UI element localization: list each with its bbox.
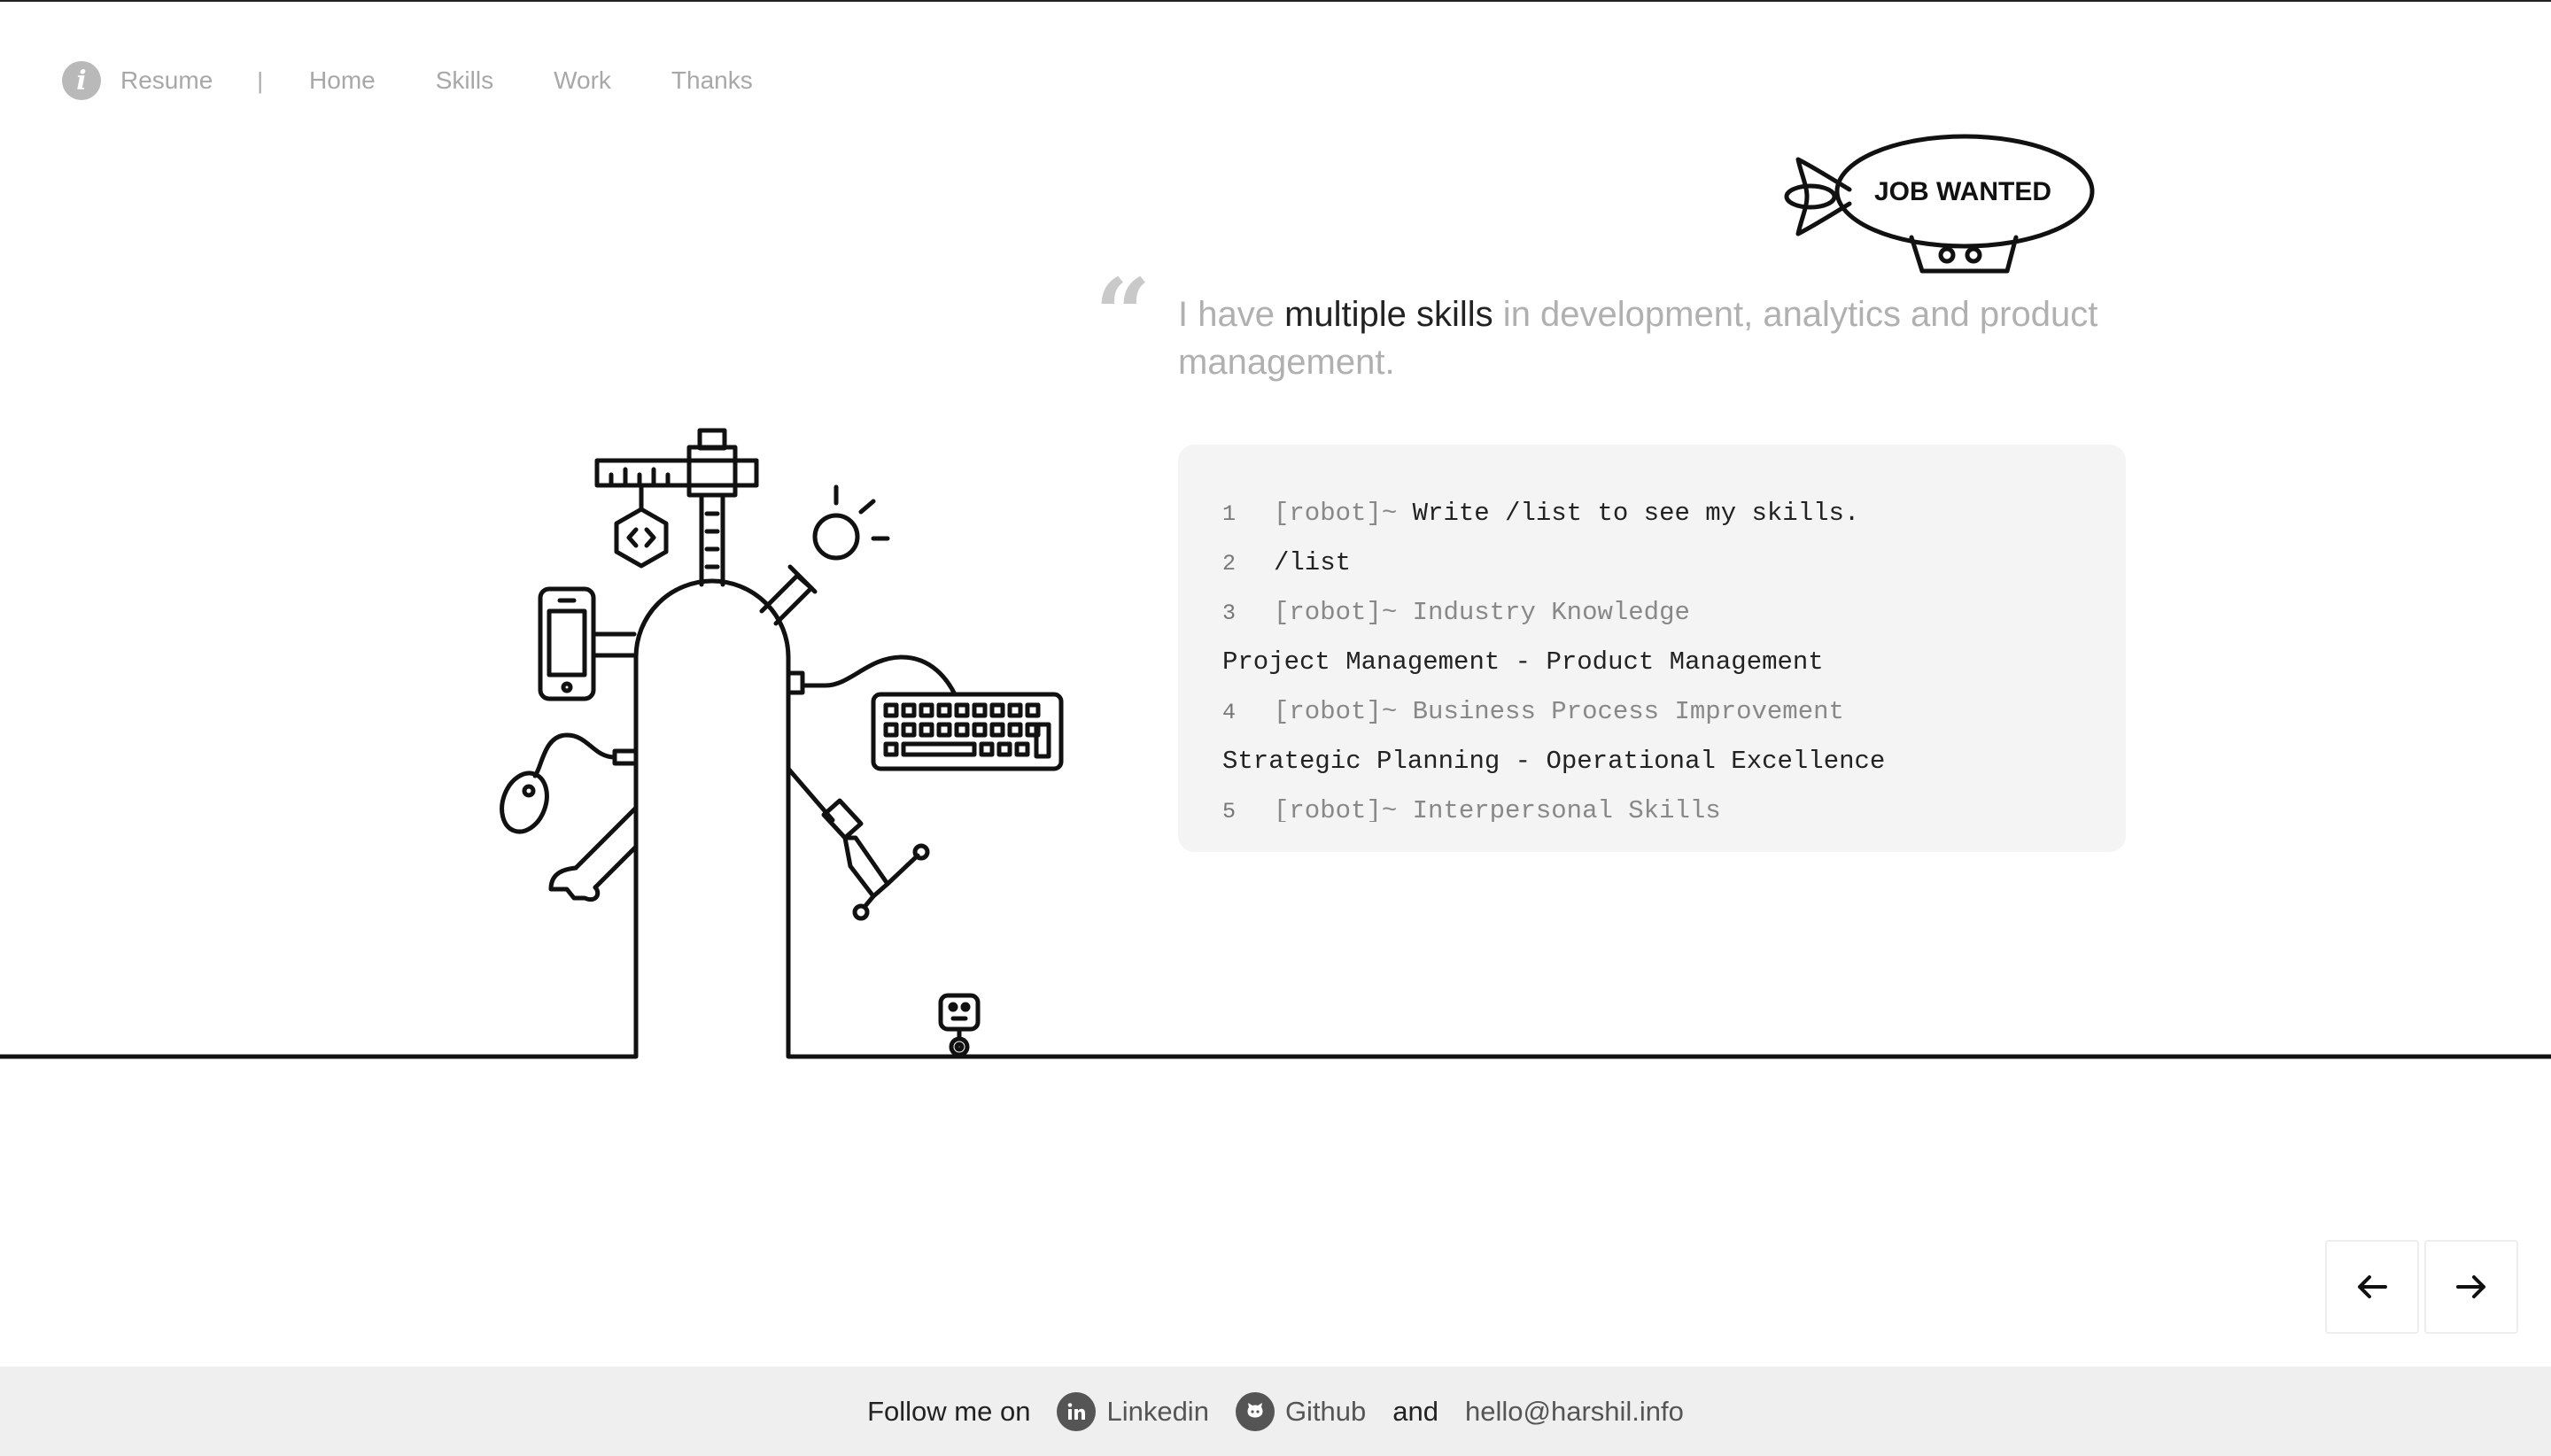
footer-follow-text: Follow me on xyxy=(867,1395,1031,1427)
terminal-line: 2/list xyxy=(1222,544,2099,593)
nav-skills[interactable]: Skills xyxy=(436,66,493,95)
line-number: 4 xyxy=(1222,700,1237,725)
quote-before: I have xyxy=(1178,295,1285,334)
linkedin-glyph xyxy=(1068,1402,1086,1420)
info-icon[interactable]: i xyxy=(62,61,101,100)
nav-resume[interactable]: Resume xyxy=(120,66,213,95)
github-link[interactable]: Github xyxy=(1285,1396,1366,1428)
email-link[interactable]: hello@harshil.info xyxy=(1465,1396,1684,1428)
terminal-prompt: [robot]~ xyxy=(1274,499,1398,528)
wrench-icon xyxy=(548,805,639,902)
line-number: 2 xyxy=(1222,551,1237,577)
quote-highlight: multiple skills xyxy=(1284,295,1493,334)
footer-and-text: and xyxy=(1392,1395,1439,1427)
footer: Follow me on Linkedin Github and hello@h… xyxy=(0,1367,2551,1456)
terminal-prompt: [robot]~ xyxy=(1274,697,1398,726)
prev-slide-button[interactable] xyxy=(2325,1240,2419,1334)
terminal-line: 5 [robot]~ Interpersonal Skills xyxy=(1222,792,2099,822)
terminal-prompt: [robot]~ xyxy=(1274,796,1398,822)
keyboard-icon xyxy=(786,654,1064,771)
blimp-label: JOB WANTED xyxy=(1874,177,2051,206)
line-number: 5 xyxy=(1222,799,1237,822)
terminal-text: Write /list to see my skills. xyxy=(1412,499,1860,528)
arrow-left-icon xyxy=(2358,1275,2387,1298)
terminal-text: Industry Knowledge xyxy=(1412,598,1690,627)
linkedin-link[interactable]: Linkedin xyxy=(1106,1396,1208,1428)
small-robot-icon xyxy=(938,993,981,1057)
terminal-line: 1 [robot]~ Write /list to see my skills. xyxy=(1222,494,2099,544)
arrow-right-icon xyxy=(2456,1275,2485,1298)
ruler-arm-icon xyxy=(594,428,759,587)
terminal-output: Strategic Planning - Operational Excelle… xyxy=(1222,747,1886,776)
top-nav: i Resume | Home Skills Work Thanks xyxy=(62,58,813,103)
terminal-command: /list xyxy=(1274,548,1352,577)
terminal-line: 3 [robot]~ Industry Knowledge xyxy=(1222,593,2099,643)
mouse-icon xyxy=(500,732,639,834)
nav-home[interactable]: Home xyxy=(309,66,376,95)
pen-tool-icon xyxy=(786,766,930,921)
github-glyph xyxy=(1247,1402,1263,1417)
github-icon[interactable] xyxy=(1235,1391,1275,1431)
line-number: 3 xyxy=(1222,600,1237,626)
terminal-content: 1 [robot]~ Write /list to see my skills. … xyxy=(1222,494,2099,822)
terminal-prompt: [robot]~ xyxy=(1274,598,1398,627)
nav-work[interactable]: Work xyxy=(554,66,611,95)
terminal-line: 4 [robot]~ Business Process Improvement xyxy=(1222,693,2099,742)
linkedin-icon[interactable] xyxy=(1057,1391,1097,1431)
next-slide-button[interactable] xyxy=(2424,1240,2518,1334)
nav-separator: | xyxy=(257,66,264,94)
terminal-text: Interpersonal Skills xyxy=(1412,796,1721,822)
phone-icon xyxy=(538,586,637,701)
quote-mark: “ xyxy=(1095,257,1151,371)
nav-thanks[interactable]: Thanks xyxy=(671,66,753,95)
terminal-output: Project Management - Product Management xyxy=(1222,647,1824,677)
skills-quote: I have multiple skills in development, a… xyxy=(1178,290,2152,386)
lightbulb-icon xyxy=(759,484,890,626)
terminal-window[interactable]: 1 [robot]~ Write /list to see my skills. … xyxy=(1178,445,2126,852)
terminal-text: Business Process Improvement xyxy=(1412,697,1844,726)
line-number: 1 xyxy=(1222,501,1237,527)
top-border xyxy=(0,0,2551,2)
